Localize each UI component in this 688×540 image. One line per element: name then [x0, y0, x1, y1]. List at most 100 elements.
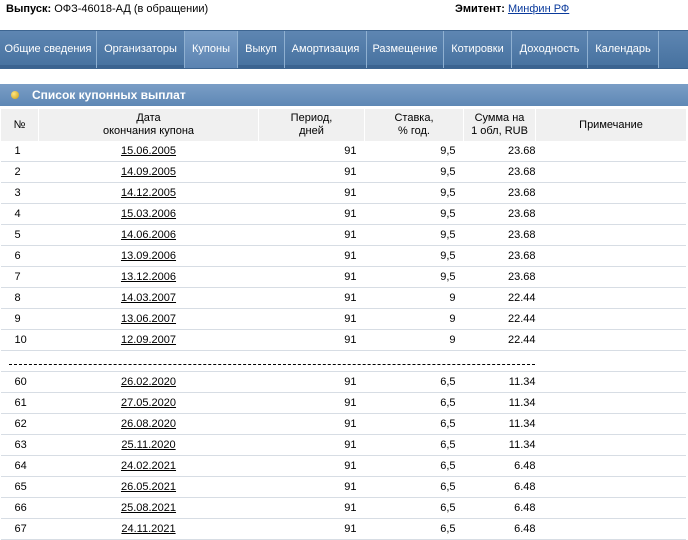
cell-note — [535, 224, 686, 246]
date-link[interactable]: 25.08.2021 — [121, 502, 176, 514]
cell-note — [535, 371, 686, 393]
cell-num: 5 — [0, 224, 39, 246]
table-body-top: 1 15.06.2005 91 9,5 23.68 2 14.09.2005 91 9,5 23.… — [0, 141, 686, 351]
cell-period: 91 — [258, 455, 365, 477]
cell-sum: 23.68 — [463, 182, 536, 204]
cell-num: 6 — [0, 245, 39, 267]
tab-yield[interactable]: Доходность — [512, 31, 588, 68]
cell-note — [535, 161, 686, 183]
table-row: 64 24.02.2021 91 6,5 6.48 — [0, 455, 686, 477]
cell-date: 25.11.2020 — [38, 434, 259, 456]
cell-note — [535, 455, 686, 477]
cell-date: 13.12.2006 — [38, 266, 259, 288]
date-link[interactable]: 15.06.2005 — [121, 145, 176, 157]
cell-date: 15.03.2006 — [38, 203, 259, 225]
cell-period: 91 — [258, 329, 365, 351]
cell-note — [535, 518, 686, 540]
table-row: 62 26.08.2020 91 6,5 11.34 — [0, 413, 686, 435]
table-row: 61 27.05.2020 91 6,5 11.34 — [0, 392, 686, 414]
cell-rate: 9,5 — [364, 266, 464, 288]
col-header-rate: Ставка,% год. — [364, 109, 464, 141]
table-row: 7 13.12.2006 91 9,5 23.68 — [0, 266, 686, 288]
cell-period: 91 — [258, 161, 365, 183]
cell-note — [535, 413, 686, 435]
date-link[interactable]: 14.09.2005 — [121, 166, 176, 178]
cell-num: 61 — [0, 392, 39, 414]
tab-organizers[interactable]: Организаторы — [97, 31, 185, 68]
cell-period: 91 — [258, 287, 365, 309]
date-link[interactable]: 27.05.2020 — [121, 397, 176, 409]
cell-rate: 9,5 — [364, 161, 464, 183]
cell-sum: 11.34 — [463, 371, 536, 393]
cell-num: 1 — [0, 141, 39, 162]
cell-period: 91 — [258, 518, 365, 540]
cell-note — [535, 182, 686, 204]
cell-rate: 6,5 — [364, 371, 464, 393]
col-header-sum: Сумма на 1 обл, RUB — [463, 109, 536, 141]
table-row: 66 25.08.2021 91 6,5 6.48 — [0, 497, 686, 519]
table-header-row: № Дата окончания купона Период, дней Ставк… — [0, 109, 686, 141]
table-row: 63 25.11.2020 91 6,5 11.34 — [0, 434, 686, 456]
tab-calendar[interactable]: Календарь — [588, 31, 659, 68]
cell-date: 15.06.2005 — [38, 141, 259, 162]
cell-rate: 6,5 — [364, 434, 464, 456]
table-row: 6 13.09.2006 91 9,5 23.68 — [0, 245, 686, 267]
date-link[interactable]: 15.03.2006 — [121, 208, 176, 220]
cell-rate: 9 — [364, 308, 464, 330]
date-link[interactable]: 24.02.2021 — [121, 460, 176, 472]
cell-rate: 9 — [364, 329, 464, 351]
issue-label: Выпуск: — [6, 3, 52, 15]
table-row: 5 14.06.2006 91 9,5 23.68 — [0, 224, 686, 246]
table-row: 8 14.03.2007 91 9 22.44 — [0, 287, 686, 309]
cell-num: 65 — [0, 476, 39, 498]
date-link[interactable]: 13.09.2006 — [121, 250, 176, 262]
table-row: 60 26.02.2020 91 6,5 11.34 — [0, 371, 686, 393]
separator-row — [0, 350, 686, 372]
cell-num: 60 — [0, 371, 39, 393]
date-link[interactable]: 14.12.2005 — [121, 187, 176, 199]
cell-rate: 9,5 — [364, 224, 464, 246]
date-link[interactable]: 26.08.2020 — [121, 418, 176, 430]
cell-num: 64 — [0, 455, 39, 477]
date-link[interactable]: 26.05.2021 — [121, 481, 176, 493]
tab-quotes[interactable]: Котировки — [444, 31, 512, 68]
cell-rate: 9,5 — [364, 141, 464, 162]
date-link[interactable]: 14.06.2006 — [121, 229, 176, 241]
dashed-separator — [8, 364, 535, 365]
cell-date: 14.12.2005 — [38, 182, 259, 204]
cell-num: 3 — [0, 182, 39, 204]
cell-note — [535, 329, 686, 351]
tab-amortization[interactable]: Амортизация — [285, 31, 367, 68]
cell-date: 12.09.2007 — [38, 329, 259, 351]
issuer-link[interactable]: Минфин РФ — [508, 3, 569, 15]
date-link[interactable]: 24.11.2021 — [121, 523, 175, 535]
date-link[interactable]: 14.03.2007 — [121, 292, 176, 304]
cell-period: 91 — [258, 392, 365, 414]
cell-num: 7 — [0, 266, 39, 288]
table-row: 3 14.12.2005 91 9,5 23.68 — [0, 182, 686, 204]
tab-general[interactable]: Общие сведения — [0, 31, 97, 68]
cell-period: 91 — [258, 141, 365, 162]
cell-rate: 6,5 — [364, 455, 464, 477]
date-link[interactable]: 25.11.2020 — [121, 439, 175, 451]
cell-period: 91 — [258, 497, 365, 519]
tab-placement[interactable]: Размещение — [367, 31, 444, 68]
tab-coupons[interactable]: Купоны — [185, 31, 238, 68]
date-link[interactable]: 12.09.2007 — [121, 334, 176, 346]
cell-date: 14.03.2007 — [38, 287, 259, 309]
cell-note — [535, 476, 686, 498]
col-header-date: Дата окончания купона — [38, 109, 259, 141]
table-row: 9 13.06.2007 91 9 22.44 — [0, 308, 686, 330]
date-link[interactable]: 26.02.2020 — [121, 376, 176, 388]
cell-rate: 6,5 — [364, 392, 464, 414]
table-separator — [0, 350, 686, 372]
tab-buyback[interactable]: Выкуп — [238, 31, 285, 68]
cell-rate: 9 — [364, 287, 464, 309]
cell-num: 62 — [0, 413, 39, 435]
section-title: Список купонных выплат — [32, 88, 186, 102]
cell-sum: 23.68 — [463, 224, 536, 246]
date-link[interactable]: 13.12.2006 — [121, 271, 176, 283]
col-header-note: Примечание — [535, 109, 686, 141]
cell-num: 8 — [0, 287, 39, 309]
date-link[interactable]: 13.06.2007 — [121, 313, 176, 325]
